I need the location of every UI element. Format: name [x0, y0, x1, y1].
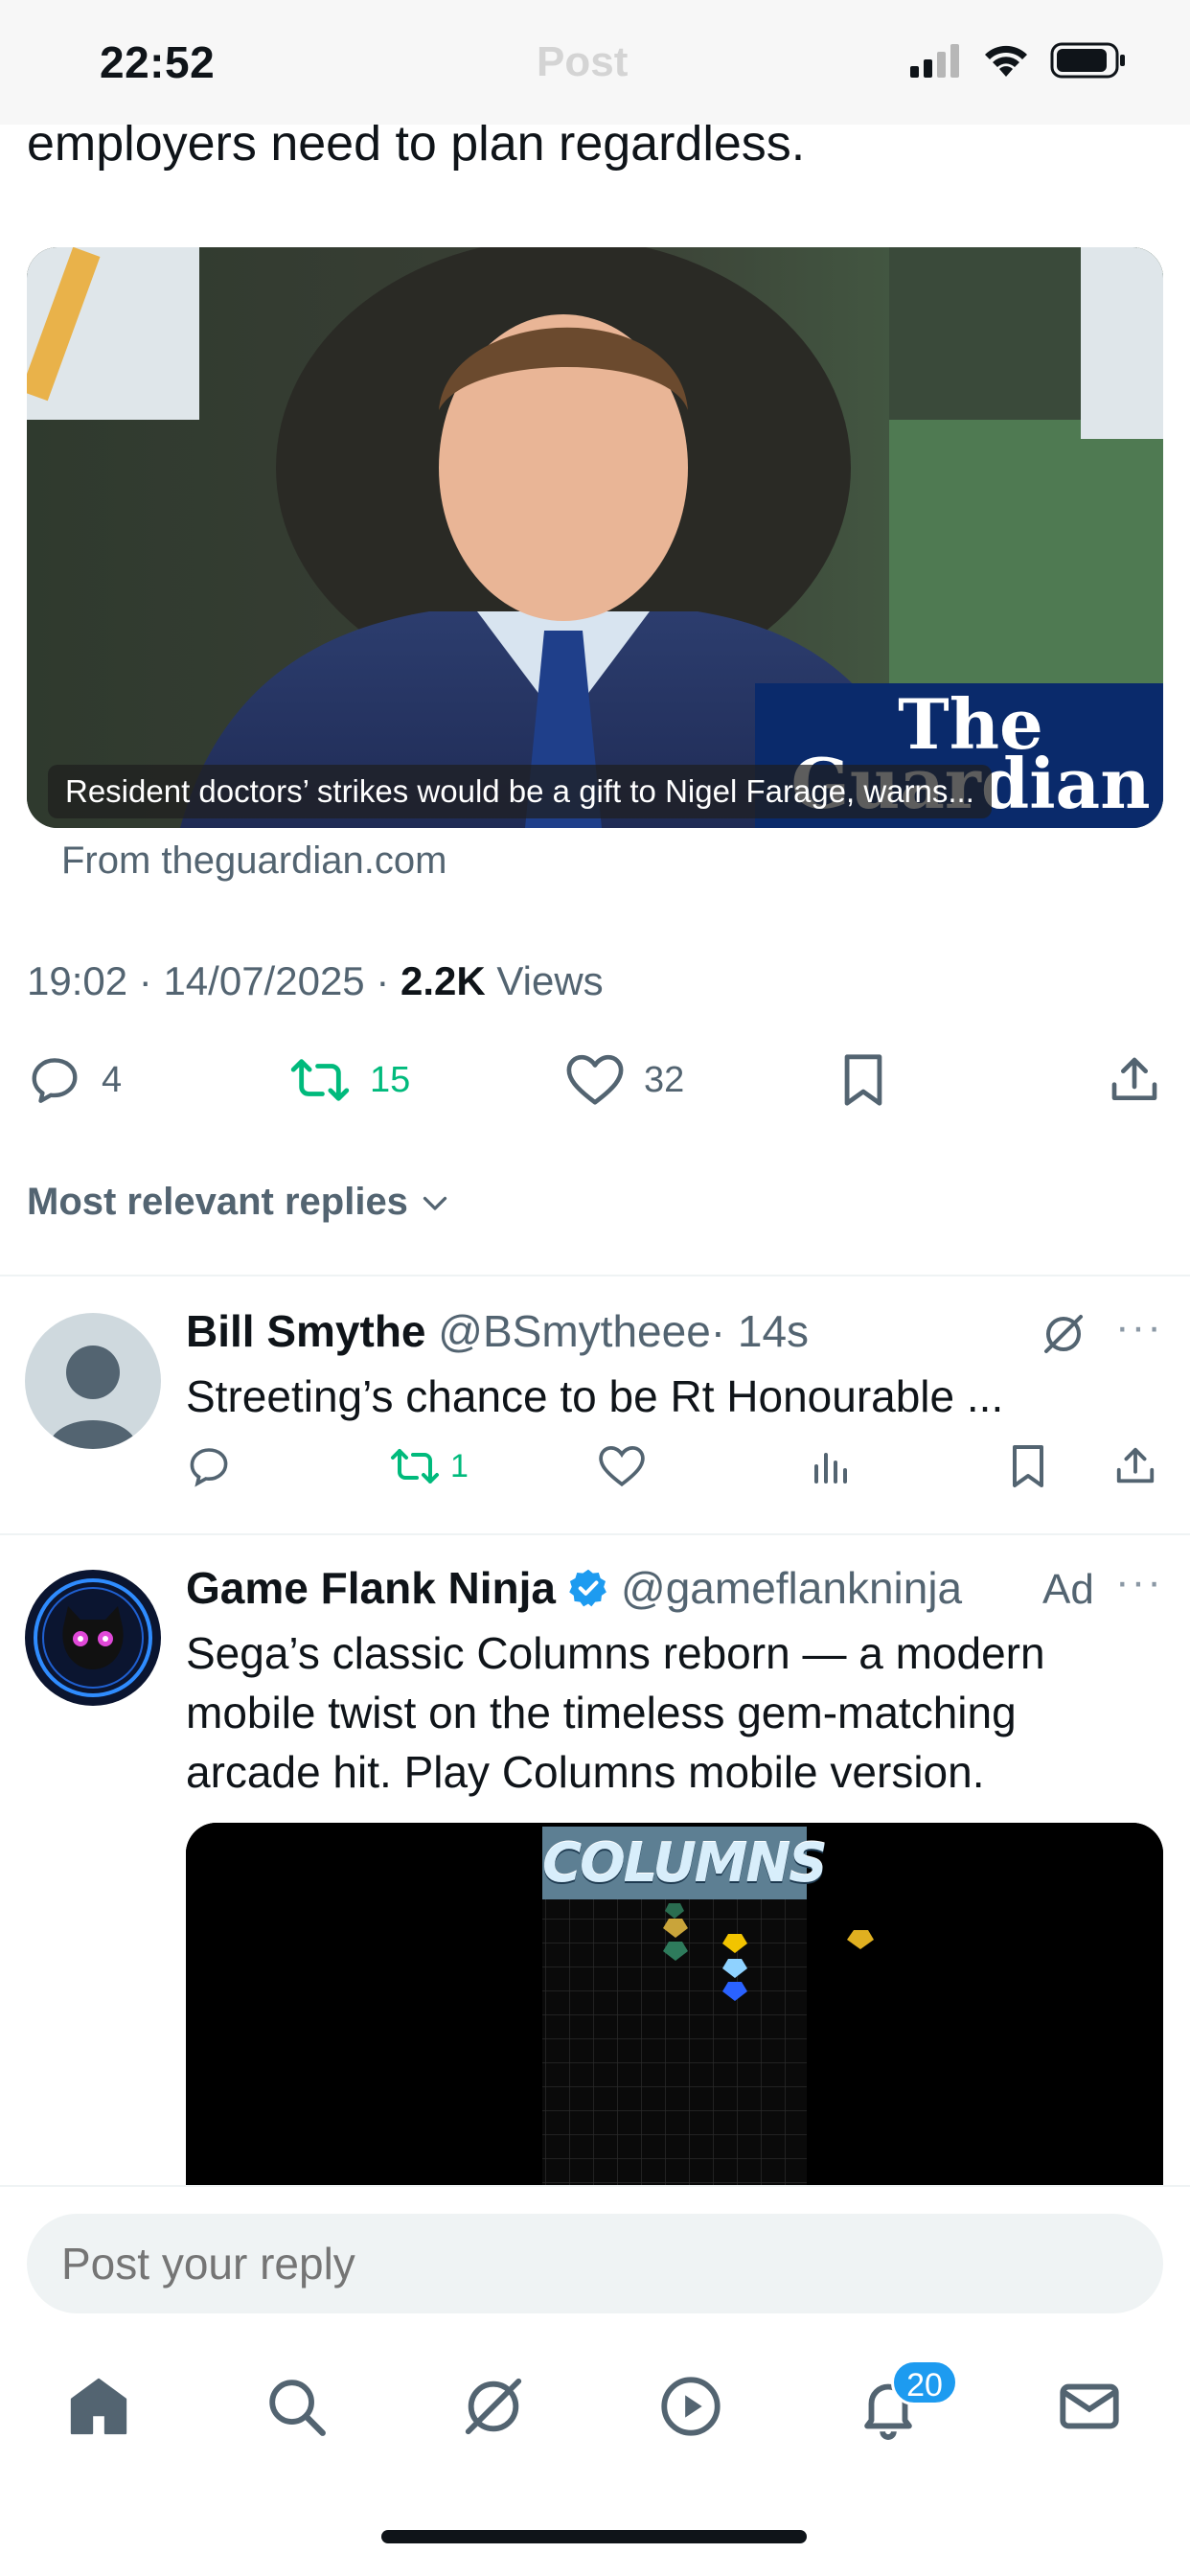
- bookmark-icon: [1013, 1445, 1043, 1487]
- ninja-cat-logo-icon: [28, 1573, 158, 1703]
- tab-search[interactable]: [253, 2363, 339, 2450]
- like-button[interactable]: 32: [565, 1052, 684, 1108]
- heart-icon: [599, 1445, 645, 1487]
- ad-video[interactable]: COLUMNS: [186, 1823, 1163, 2187]
- reply-count: 4: [102, 1059, 123, 1100]
- verified-badge-icon: [569, 1569, 606, 1607]
- link-source[interactable]: From theguardian.com: [61, 840, 446, 883]
- envelope-icon: [1060, 2383, 1119, 2429]
- avatar[interactable]: [25, 1313, 161, 1449]
- header-title: Post: [537, 38, 629, 85]
- reply-author-handle[interactable]: @BSmytheee: [438, 1306, 711, 1356]
- ad-author-handle[interactable]: @gameflankninja: [621, 1562, 962, 1614]
- ad-author-name[interactable]: Game Flank Ninja: [186, 1562, 556, 1614]
- home-icon: [70, 2378, 127, 2435]
- share-button[interactable]: [1108, 1052, 1161, 1108]
- views-count: 2.2K: [400, 958, 486, 1003]
- tweet-actions: 4 15 32: [27, 1052, 1163, 1119]
- reply-like-button[interactable]: [598, 1443, 646, 1489]
- link-card-image[interactable]: The Guardian Resident doctors’ strikes w…: [27, 247, 1163, 828]
- more-options-icon[interactable]: ···: [1115, 1303, 1163, 1351]
- reply-icon: [190, 1448, 228, 1487]
- reply-input[interactable]: [27, 2214, 1163, 2313]
- default-avatar-icon: [48, 1346, 138, 1449]
- like-count: 32: [644, 1059, 685, 1100]
- share-icon: [1116, 1447, 1155, 1484]
- reply-icon: [32, 1058, 78, 1103]
- replies-sort-label: Most relevant replies: [27, 1181, 408, 1223]
- reply-header: Bill Smythe @BSmytheee· 14s: [186, 1305, 809, 1357]
- divider: [0, 1275, 1190, 1276]
- status-bar: Post 22:52: [0, 0, 1190, 125]
- bookmark-icon: [844, 1054, 882, 1106]
- status-icons: [908, 42, 1127, 79]
- share-icon: [1111, 1057, 1157, 1100]
- divider: [0, 1533, 1190, 1535]
- ad-text: Sega’s classic Columns reborn — a modern…: [186, 1623, 1045, 1802]
- battery-icon: [1050, 42, 1125, 79]
- tweet-date: 14/07/2025: [163, 958, 365, 1003]
- columns-game-logo: COLUMNS: [542, 1832, 828, 1895]
- reply-composer-bar: [0, 2185, 1190, 2313]
- reply-repost-button[interactable]: 1: [389, 1443, 469, 1489]
- analytics-icon: [814, 1453, 847, 1484]
- search-icon: [269, 2380, 326, 2436]
- repost-icon: [290, 1059, 350, 1101]
- tab-video[interactable]: [648, 2363, 734, 2450]
- bookmark-button[interactable]: [839, 1052, 887, 1108]
- reply-views-button[interactable]: [809, 1443, 855, 1489]
- reply-bookmark-button[interactable]: [1008, 1443, 1048, 1489]
- ad-text-line: mobile twist on the timeless gem-matchin…: [186, 1688, 1017, 1737]
- ad-text-line: arcade hit. Play Columns mobile version.: [186, 1747, 985, 1797]
- chevron-down-icon: [423, 1196, 447, 1210]
- reply-share-button[interactable]: [1113, 1443, 1157, 1489]
- repost-button[interactable]: 15: [289, 1052, 410, 1108]
- repost-icon: [391, 1449, 439, 1484]
- reply-button[interactable]: 4: [27, 1052, 122, 1108]
- play-circle-icon: [661, 2377, 721, 2436]
- reply-actions: 1: [186, 1443, 1163, 1501]
- notifications-badge: 20: [891, 2359, 958, 2405]
- tweet-meta: 19:02 · 14/07/2025 · 2.2K Views: [27, 958, 604, 1004]
- wifi-icon: [985, 45, 1027, 77]
- grok-icon: [465, 2378, 522, 2435]
- replies-sort-selector[interactable]: Most relevant replies: [27, 1181, 452, 1224]
- ad-text-line: Sega’s classic Columns reborn — a modern: [186, 1628, 1045, 1678]
- ad-header: Game Flank Ninja @gameflankninja: [186, 1562, 962, 1614]
- meta-separator: ·: [138, 958, 152, 1003]
- link-card-caption: Resident doctors’ strikes would be a gif…: [48, 765, 992, 818]
- repost-count: 15: [370, 1059, 411, 1100]
- reply-text: Streeting’s chance to be Rt Honourable .…: [186, 1371, 1004, 1421]
- tab-grok[interactable]: [450, 2363, 537, 2450]
- views-label[interactable]: Views: [496, 958, 603, 1003]
- home-indicator: [381, 2530, 807, 2543]
- reply-repost-count: 1: [450, 1447, 469, 1484]
- reply-reply-button[interactable]: [186, 1443, 232, 1489]
- ad-avatar[interactable]: [25, 1570, 161, 1706]
- grok-icon[interactable]: [1041, 1311, 1087, 1357]
- bottom-tab-bar: [0, 2338, 1190, 2472]
- reply-author-name[interactable]: Bill Smythe: [186, 1306, 426, 1356]
- tweet-time: 19:02: [27, 958, 128, 1003]
- reply-age: · 14s: [710, 1306, 810, 1356]
- status-time: 22:52: [100, 37, 216, 87]
- tab-home[interactable]: [56, 2363, 142, 2450]
- tab-messages[interactable]: [1046, 2363, 1133, 2450]
- cellular-signal-icon: [910, 44, 959, 78]
- meta-separator: ·: [376, 958, 390, 1003]
- heart-icon: [566, 1054, 624, 1105]
- more-options-icon[interactable]: ···: [1115, 1558, 1163, 1606]
- ad-label: Ad: [1042, 1566, 1094, 1613]
